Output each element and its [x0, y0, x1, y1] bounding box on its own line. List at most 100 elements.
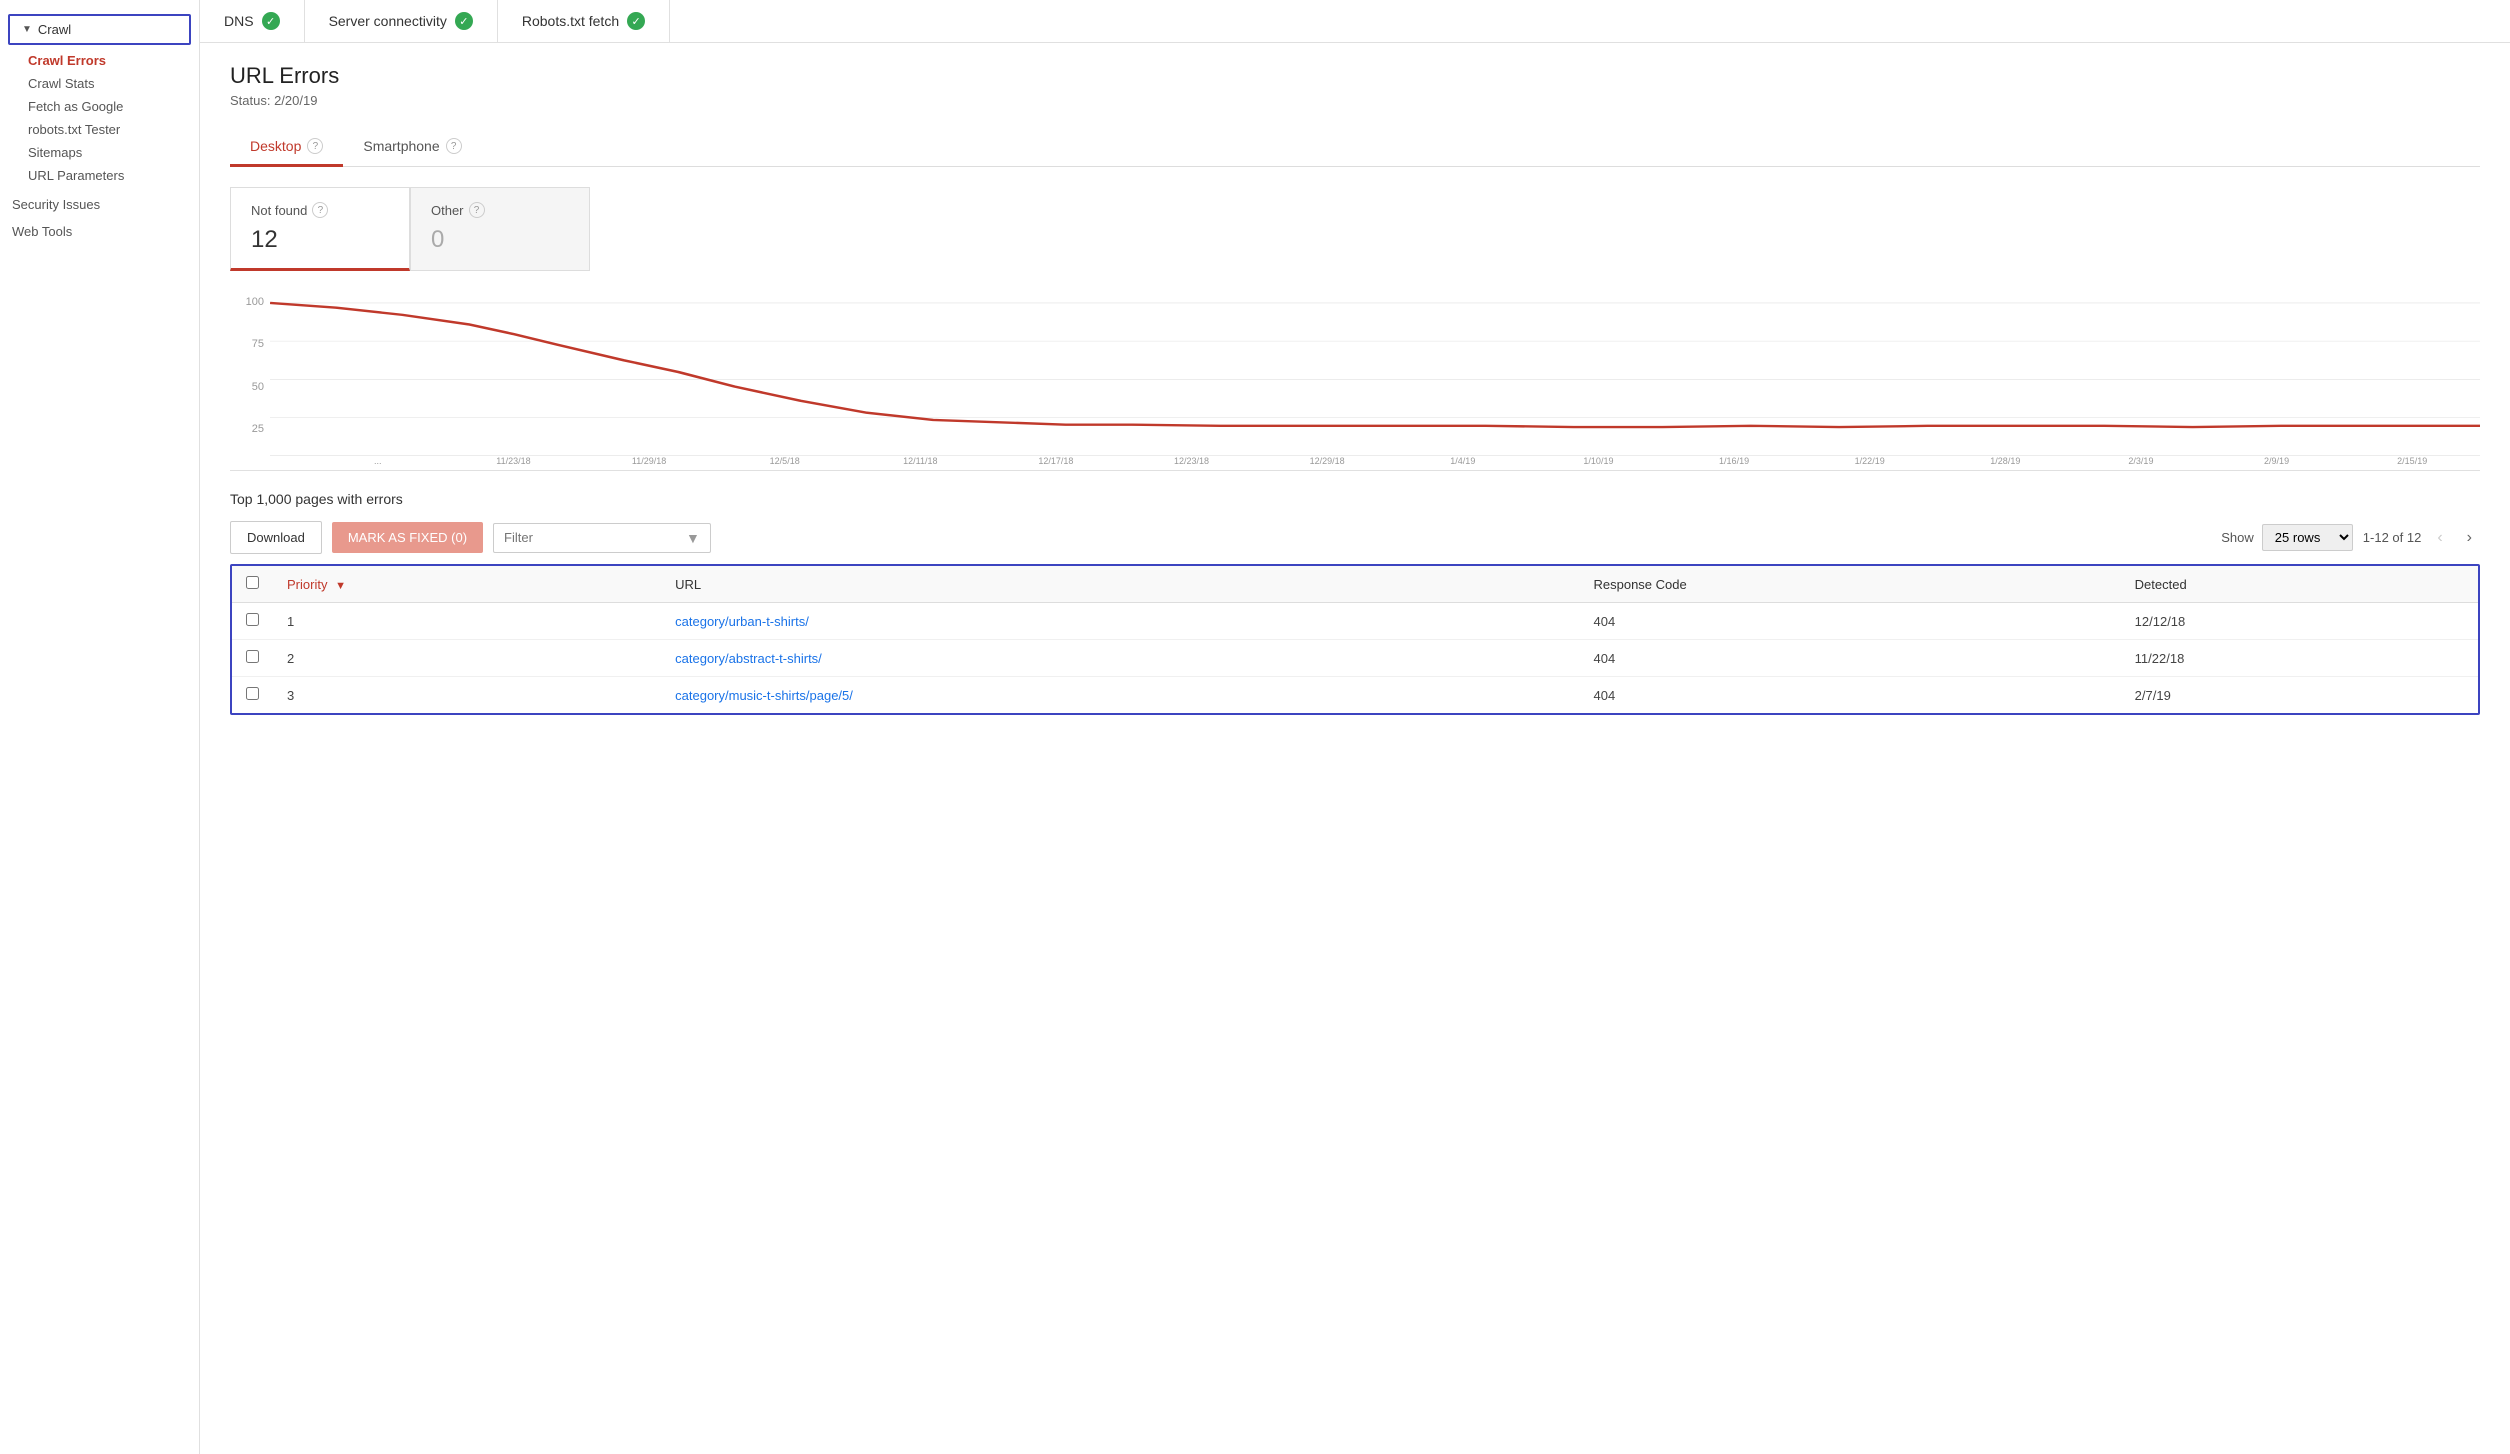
stat-card-not-found[interactable]: Not found ? 12 — [230, 187, 410, 271]
stat-card-other-value: 0 — [431, 226, 569, 254]
sidebar-item-security-issues[interactable]: Security Issues — [0, 191, 199, 218]
x-label-1211: 12/11/18 — [853, 456, 989, 466]
status-bar: DNS ✓ Server connectivity ✓ Robots.txt f… — [200, 0, 2510, 43]
x-label-215: 2/15/19 — [2344, 456, 2480, 466]
tab-desktop-label: Desktop — [250, 138, 301, 154]
filter-input-wrapper[interactable]: ▼ — [493, 523, 711, 553]
row-2-checkbox[interactable] — [246, 650, 259, 663]
row-3-checkbox[interactable] — [246, 687, 259, 700]
header-detected: Detected — [2121, 566, 2478, 603]
chart-container: 100 75 50 25 ... 11/23/18 — [230, 291, 2480, 471]
sidebar-item-url-parameters[interactable]: URL Parameters — [0, 164, 199, 187]
server-connectivity-label: Server connectivity — [329, 13, 447, 29]
row-1-response-code: 404 — [1580, 603, 2121, 640]
row-1-priority: 1 — [273, 603, 661, 640]
sort-arrow-icon: ▼ — [335, 580, 346, 592]
page-subtitle: Status: 2/20/19 — [230, 93, 2480, 108]
table-row: 1 category/urban-t-shirts/ 404 12/12/18 — [232, 603, 2478, 640]
download-button[interactable]: Download — [230, 521, 322, 554]
table-row: 3 category/music-t-shirts/page/5/ 404 2/… — [232, 677, 2478, 714]
row-checkbox-cell — [232, 603, 273, 640]
x-label-125: 12/5/18 — [717, 456, 853, 466]
table-row: 2 category/abstract-t-shirts/ 404 11/22/… — [232, 640, 2478, 677]
row-2-priority: 2 — [273, 640, 661, 677]
row-1-url: category/urban-t-shirts/ — [661, 603, 1579, 640]
row-3-priority: 3 — [273, 677, 661, 714]
chart-svg-area: ... 11/23/18 11/29/18 12/5/18 12/11/18 1… — [270, 291, 2480, 470]
stat-card-not-found-value: 12 — [251, 226, 389, 254]
header-priority[interactable]: Priority ▼ — [273, 566, 661, 603]
x-label-23: 2/3/19 — [2073, 456, 2209, 466]
sidebar-crawl-header[interactable]: ▼ Crawl — [8, 14, 191, 45]
sidebar-item-crawl-errors[interactable]: Crawl Errors — [0, 49, 199, 72]
show-label: Show — [2221, 530, 2254, 545]
toolbar: Download MARK AS FIXED (0) ▼ Show 25 row… — [230, 521, 2480, 564]
sidebar-item-web-tools[interactable]: Web Tools — [0, 218, 199, 245]
stat-card-other[interactable]: Other ? 0 — [410, 187, 590, 271]
x-label-1123: 11/23/18 — [446, 456, 582, 466]
other-help-icon[interactable]: ? — [469, 202, 485, 218]
x-label-1223: 12/23/18 — [1124, 456, 1260, 466]
chart-x-labels: ... 11/23/18 11/29/18 12/5/18 12/11/18 1… — [310, 440, 2480, 470]
sidebar: ▼ Crawl Crawl Errors Crawl Stats Fetch a… — [0, 0, 200, 1454]
mark-fixed-button[interactable]: MARK AS FIXED (0) — [332, 522, 483, 553]
sidebar-item-robots-txt[interactable]: robots.txt Tester — [0, 118, 199, 141]
stat-cards: Not found ? 12 Other ? 0 — [230, 187, 2480, 271]
x-label-ellipsis: ... — [310, 456, 446, 466]
robots-txt-label: Robots.txt fetch — [522, 13, 619, 29]
row-checkbox-cell — [232, 677, 273, 714]
row-3-detected: 2/7/19 — [2121, 677, 2478, 714]
chart-y-label-100: 100 — [230, 296, 270, 308]
not-found-help-icon[interactable]: ? — [312, 202, 328, 218]
show-rows: Show 25 rows 50 rows 100 rows — [2221, 524, 2353, 551]
stat-card-other-title: Other ? — [431, 202, 569, 218]
x-label-29: 2/9/19 — [2209, 456, 2345, 466]
dns-label: DNS — [224, 13, 254, 29]
tab-desktop[interactable]: Desktop ? — [230, 128, 343, 167]
tab-smartphone-label: Smartphone — [363, 138, 439, 154]
table-header-row: Priority ▼ URL Response Code Detected — [232, 566, 2478, 603]
x-label-1129: 11/29/18 — [581, 456, 717, 466]
robots-txt-status: Robots.txt fetch ✓ — [498, 0, 670, 42]
header-response-code: Response Code — [1580, 566, 2121, 603]
tab-desktop-help-icon[interactable]: ? — [307, 138, 323, 154]
chart-y-labels: 100 75 50 25 — [230, 291, 270, 440]
x-label-116: 1/16/19 — [1666, 456, 1802, 466]
page-content: URL Errors Status: 2/20/19 Desktop ? Sma… — [200, 43, 2510, 735]
x-label-14: 1/4/19 — [1395, 456, 1531, 466]
robots-txt-check-icon: ✓ — [627, 12, 645, 30]
sidebar-crawl-section: ▼ Crawl Crawl Errors Crawl Stats Fetch a… — [0, 14, 199, 187]
server-connectivity-check-icon: ✓ — [455, 12, 473, 30]
row-1-detected: 12/12/18 — [2121, 603, 2478, 640]
chart-y-label-25: 25 — [230, 423, 270, 435]
sidebar-item-fetch-as-google[interactable]: Fetch as Google — [0, 95, 199, 118]
row-checkbox-cell — [232, 640, 273, 677]
tab-smartphone[interactable]: Smartphone ? — [343, 128, 481, 167]
pagination: 1-12 of 12 ‹ › — [2363, 525, 2480, 551]
row-1-checkbox[interactable] — [246, 613, 259, 626]
x-label-1217: 12/17/18 — [988, 456, 1124, 466]
header-url: URL — [661, 566, 1579, 603]
select-all-checkbox[interactable] — [246, 576, 259, 589]
x-label-110: 1/10/19 — [1531, 456, 1667, 466]
prev-page-button[interactable]: ‹ — [2429, 525, 2450, 551]
collapse-arrow-icon: ▼ — [22, 24, 32, 35]
x-label-128: 1/28/19 — [1938, 456, 2074, 466]
sidebar-item-sitemaps[interactable]: Sitemaps — [0, 141, 199, 164]
header-checkbox-cell — [232, 566, 273, 603]
row-2-response-code: 404 — [1580, 640, 2121, 677]
tab-smartphone-help-icon[interactable]: ? — [446, 138, 462, 154]
table-body: 1 category/urban-t-shirts/ 404 12/12/18 … — [232, 603, 2478, 714]
stat-card-not-found-title: Not found ? — [251, 202, 389, 218]
row-3-url: category/music-t-shirts/page/5/ — [661, 677, 1579, 714]
page-title: URL Errors — [230, 63, 2480, 89]
row-2-url: category/abstract-t-shirts/ — [661, 640, 1579, 677]
sidebar-item-crawl-stats[interactable]: Crawl Stats — [0, 72, 199, 95]
next-page-button[interactable]: › — [2459, 525, 2480, 551]
dns-check-icon: ✓ — [262, 12, 280, 30]
x-label-1229: 12/29/18 — [1259, 456, 1395, 466]
server-connectivity-status: Server connectivity ✓ — [305, 0, 498, 42]
rows-select[interactable]: 25 rows 50 rows 100 rows — [2262, 524, 2353, 551]
row-2-detected: 11/22/18 — [2121, 640, 2478, 677]
filter-input[interactable] — [504, 530, 680, 545]
